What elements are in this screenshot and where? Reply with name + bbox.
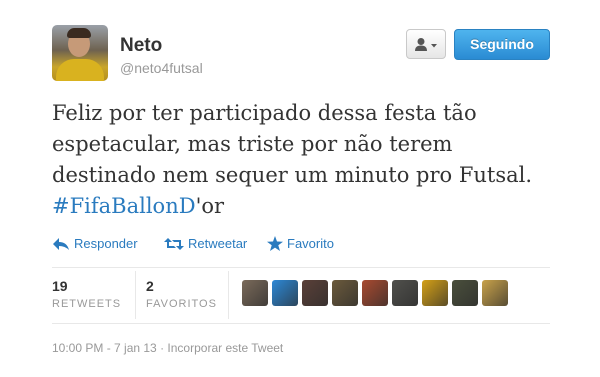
tweet-text-tail: 'or — [195, 194, 225, 218]
favoriter-avatar[interactable] — [482, 280, 508, 306]
favorites-label[interactable]: FAVORITOS — [146, 298, 217, 310]
favoriter-avatar[interactable] — [242, 280, 268, 306]
embed-tweet-link[interactable]: Incorporar este Tweet — [167, 341, 283, 355]
hashtag-link[interactable]: #FifaBallonD — [52, 194, 196, 218]
user-display-name[interactable]: Neto — [120, 35, 162, 57]
favoriter-avatar[interactable] — [272, 280, 298, 306]
divider-bottom — [52, 323, 550, 324]
favorites-count[interactable]: 2 — [146, 278, 154, 294]
tweet-footer: 10:00 PM - 7 jan 13 · Incorporar este Tw… — [52, 341, 283, 355]
stats-separator-1 — [135, 271, 136, 319]
tweet-text: Feliz por ter participado dessa festa tã… — [52, 98, 552, 222]
following-button[interactable]: Seguindo — [454, 29, 550, 60]
favorite-label: Favorito — [287, 236, 334, 251]
favorite-action[interactable]: Favorito — [267, 236, 334, 251]
user-avatar[interactable] — [52, 25, 108, 81]
footer-separator: · — [160, 341, 165, 355]
reply-label: Responder — [74, 236, 138, 251]
reply-arrow-icon — [53, 238, 69, 250]
favoriter-avatar[interactable] — [392, 280, 418, 306]
retweet-action[interactable]: Retweetar — [164, 236, 247, 251]
person-dropdown-icon — [415, 38, 437, 51]
stats-separator-2 — [228, 271, 229, 319]
divider-top — [52, 267, 550, 268]
retweet-icon — [164, 238, 184, 250]
reply-action[interactable]: Responder — [52, 236, 138, 251]
retweets-count[interactable]: 19 — [52, 278, 68, 294]
user-handle[interactable]: @neto4futsal — [120, 60, 203, 76]
avatar-shirt — [56, 59, 104, 81]
favoriter-avatar[interactable] — [302, 280, 328, 306]
avatar-hair — [67, 28, 91, 38]
favoriter-avatar[interactable] — [422, 280, 448, 306]
favoriter-avatar[interactable] — [332, 280, 358, 306]
tweet-timestamp[interactable]: 10:00 PM - 7 jan 13 — [52, 341, 157, 355]
retweets-label[interactable]: RETWEETS — [52, 298, 121, 310]
star-icon — [267, 236, 283, 251]
user-actions-button[interactable] — [406, 29, 446, 59]
retweet-label: Retweetar — [188, 236, 248, 251]
favoriter-avatar[interactable] — [452, 280, 478, 306]
favoriter-avatar[interactable] — [362, 280, 388, 306]
tweet-text-main: Feliz por ter participado dessa festa tã… — [52, 101, 533, 187]
